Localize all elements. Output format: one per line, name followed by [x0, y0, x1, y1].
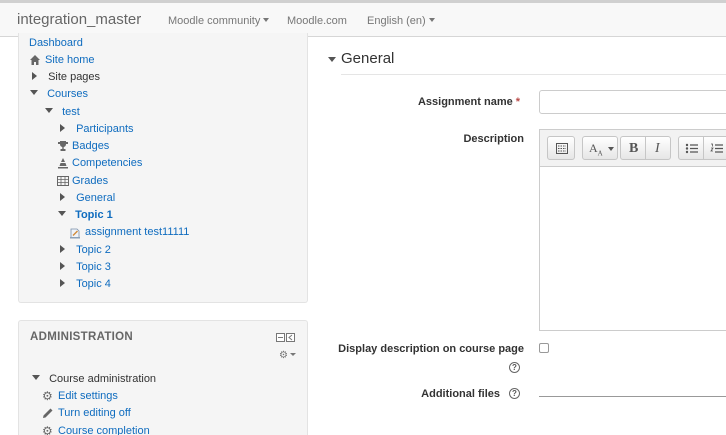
trophy-icon [58, 141, 68, 151]
help-icon[interactable]: ? [509, 362, 520, 373]
italic-button[interactable]: I [645, 136, 671, 160]
display-description-checkbox[interactable] [539, 343, 549, 353]
nav-topic-4[interactable]: Topic 4 [60, 276, 111, 292]
collapse-icon [45, 108, 53, 113]
nav-moodle-com[interactable]: Moodle.com [287, 15, 347, 27]
nav-general[interactable]: General [60, 190, 115, 206]
toolbar-toggle-icon [556, 143, 568, 154]
nav-badges[interactable]: Badges [57, 138, 109, 154]
display-description-label: Display description on course page [338, 343, 524, 355]
admin-course-completion[interactable]: ⚙ Course completion [42, 423, 150, 435]
chevron-down-icon [263, 18, 270, 22]
collapse-icon [32, 375, 40, 380]
admin-edit-settings[interactable]: ⚙ Edit settings [42, 388, 118, 404]
nav-participants[interactable]: Participants [60, 121, 134, 137]
nav-language[interactable]: English (en) [367, 15, 435, 27]
navigation-block: Dashboard Site home Site pages Courses t… [18, 33, 308, 303]
paragraph-styles-button[interactable]: AA [582, 136, 618, 160]
top-navbar: integration_master Moodle community Mood… [0, 0, 726, 37]
grades-table-icon [57, 176, 69, 186]
collapse-icon [58, 211, 66, 216]
competencies-icon [58, 158, 68, 169]
expand-icon [60, 193, 65, 201]
expand-icon [60, 279, 65, 287]
nav-dashboard[interactable]: Dashboard [29, 35, 83, 51]
bold-button[interactable]: B [620, 136, 646, 160]
expand-icon [60, 262, 65, 270]
administration-title: ADMINISTRATION [30, 331, 134, 343]
chevron-down-icon [608, 147, 614, 151]
nav-topic-2[interactable]: Topic 2 [60, 242, 111, 258]
bullet-list-icon [685, 143, 698, 154]
nav-courses[interactable]: Courses [30, 86, 88, 102]
nav-grades[interactable]: Grades [57, 173, 108, 189]
expand-icon [60, 124, 65, 132]
chevron-down-icon [428, 18, 435, 22]
expand-icon [32, 72, 37, 80]
nav-topic-3[interactable]: Topic 3 [60, 259, 111, 275]
assignment-name-input[interactable] [539, 90, 726, 114]
nav-competencies[interactable]: Competencies [57, 155, 142, 171]
unordered-list-button[interactable] [678, 136, 704, 160]
numbered-list-icon [710, 143, 723, 153]
required-icon: * [515, 96, 520, 108]
bold-icon: B [629, 141, 639, 156]
additional-files-label: Additional files [421, 388, 500, 400]
pencil-icon [43, 408, 53, 418]
collapse-section-icon[interactable] [328, 57, 336, 62]
expand-icon [60, 245, 65, 253]
collapse-icon [30, 90, 38, 95]
show-more-buttons-button[interactable] [547, 136, 575, 160]
section-divider [341, 74, 726, 75]
home-icon [30, 55, 40, 65]
filemanager-border [539, 396, 726, 397]
gear-icon: ⚙ [42, 389, 53, 403]
site-brand[interactable]: integration_master [17, 11, 141, 28]
description-editor[interactable]: AA B I [539, 129, 726, 331]
nav-assignment[interactable]: assignment test11111 [69, 224, 189, 240]
description-label: Description [463, 133, 524, 145]
font-style-icon: AA [589, 141, 603, 158]
block-actions-gear-icon[interactable]: ⚙ [279, 350, 296, 361]
nav-site-home[interactable]: Site home [29, 52, 95, 68]
ordered-list-button[interactable] [703, 136, 726, 160]
admin-turn-editing-off[interactable]: Turn editing off [42, 405, 131, 421]
dock-block-icon[interactable] [276, 333, 296, 342]
nav-site-pages[interactable]: Site pages [32, 69, 100, 85]
italic-icon: I [655, 141, 660, 156]
gear-icon: ⚙ [42, 424, 53, 435]
editor-toolbar: AA B I [540, 130, 726, 167]
assignment-name-label: Assignment name * [417, 96, 520, 108]
assignment-icon [70, 228, 80, 239]
admin-course-administration[interactable]: Course administration [32, 371, 156, 387]
nav-moodle-community[interactable]: Moodle community [168, 15, 270, 27]
help-icon[interactable]: ? [509, 388, 520, 399]
section-legend-general[interactable]: General [341, 50, 394, 67]
nav-topic-1[interactable]: Topic 1 [58, 207, 113, 223]
nav-course-test[interactable]: test [45, 104, 80, 120]
administration-block: ADMINISTRATION ⚙ Course administration ⚙… [18, 320, 308, 435]
